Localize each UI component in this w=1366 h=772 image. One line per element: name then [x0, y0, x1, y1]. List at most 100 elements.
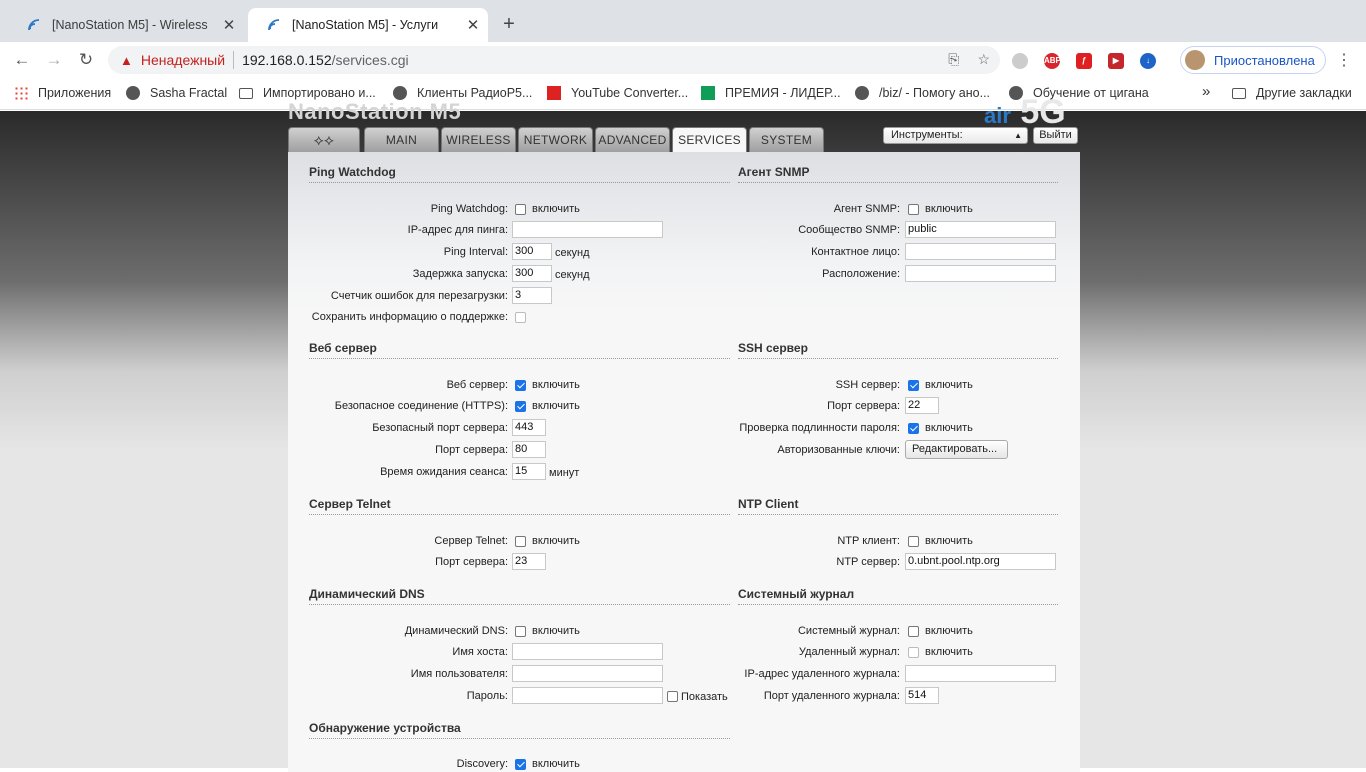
section-web-server: Веб сервер [309, 341, 730, 359]
bookmark-youtube-converter[interactable]: YouTube Converter... [547, 86, 688, 100]
save-support-info-checkbox[interactable] [515, 312, 526, 323]
ping-interval-label: Ping Interval: [443, 246, 508, 258]
syslog-checkbox[interactable] [908, 626, 919, 637]
tab-system[interactable]: SYSTEM [749, 127, 824, 152]
back-icon[interactable]: ← [11, 49, 33, 71]
bookmark-biz[interactable]: /biz/ - Помогу ано... [855, 86, 990, 100]
bookmark-label: Клиенты РадиоР5... [417, 86, 533, 100]
tab-wireless[interactable]: WIRELESS [441, 127, 516, 152]
telnet-label: Сервер Telnet: [434, 535, 508, 547]
telnet-checkbox[interactable] [515, 536, 526, 547]
security-status[interactable]: Ненадежный [141, 52, 225, 68]
ssh-port-input[interactable]: 22 [905, 397, 939, 414]
snmp-location-input[interactable] [905, 265, 1056, 282]
ntp-enable-text: включить [925, 535, 973, 547]
startup-delay-input[interactable]: 300 [512, 265, 552, 282]
remote-log-ip-input[interactable] [905, 665, 1056, 682]
ddns-host-label: Имя хоста: [452, 646, 508, 658]
ddns-password-input[interactable] [512, 687, 663, 704]
warning-icon[interactable]: ▲ [120, 53, 133, 68]
session-timeout-unit: минут [549, 467, 580, 479]
discovery-label: Discovery: [456, 758, 508, 770]
password-auth-enable-text: включить [925, 422, 973, 434]
snmp-community-input[interactable]: public [905, 221, 1056, 238]
remote-log-label: Удаленный журнал: [798, 646, 900, 658]
ntp-label: NTP клиент: [837, 535, 900, 547]
edit-keys-button[interactable]: Редактировать... [905, 440, 1008, 459]
ddns-checkbox[interactable] [515, 626, 526, 637]
star-icon[interactable]: ☆ [977, 51, 990, 68]
ping-interval-unit: секунд [555, 247, 590, 259]
ping-ip-input[interactable] [512, 221, 663, 238]
bookmark-label: YouTube Converter... [571, 86, 689, 100]
more-menu-icon[interactable]: ⋮ [1336, 50, 1352, 70]
snmp-checkbox[interactable] [908, 204, 919, 215]
ssh-checkbox[interactable] [908, 380, 919, 391]
startup-delay-unit: секунд [555, 269, 590, 281]
bookmark-premia[interactable]: ПРЕМИЯ - ЛИДЕР... [701, 86, 841, 100]
remote-log-checkbox[interactable] [908, 647, 919, 658]
close-tab-icon[interactable]: ✕ [214, 16, 244, 34]
video-extension-icon[interactable]: ▶ [1108, 53, 1124, 69]
web-port-label: Порт сервера: [435, 444, 508, 456]
bookmark-clients[interactable]: Клиенты РадиоР5... [393, 86, 532, 100]
show-password-checkbox[interactable] [667, 691, 678, 702]
secure-port-input[interactable]: 443 [512, 419, 546, 436]
ddns-user-input[interactable] [512, 665, 663, 682]
bookmark-apps[interactable]: Приложения [14, 86, 111, 100]
new-tab-button[interactable]: + [498, 14, 520, 36]
adblock-icon[interactable]: ABP [1044, 53, 1061, 69]
logout-button[interactable]: Выйти [1033, 127, 1078, 144]
tab-main[interactable]: MAIN [364, 127, 439, 152]
bookmark-imported[interactable]: Импортировано и... [239, 86, 376, 100]
snmp-contact-input[interactable] [905, 243, 1056, 260]
discovery-checkbox[interactable] [515, 759, 526, 770]
remote-log-enable-text: включить [925, 646, 973, 658]
bookmark-sasha-fractal[interactable]: Sasha Fractal [126, 86, 227, 100]
tab-advanced[interactable]: ADVANCED [595, 127, 670, 152]
ntp-server-input[interactable]: 0.ubnt.pool.ntp.org [905, 553, 1056, 570]
web-port-input[interactable]: 80 [512, 441, 546, 458]
ddns-host-input[interactable] [512, 643, 663, 660]
globe-icon [126, 86, 140, 100]
forward-icon[interactable]: → [43, 49, 65, 71]
ddns-label: Динамический DNS: [404, 625, 508, 637]
other-bookmarks[interactable]: Другие закладки [1232, 86, 1352, 100]
snmp-contact-label: Контактное лицо: [811, 246, 900, 258]
tab-services[interactable]: SERVICES [672, 127, 747, 153]
reload-icon[interactable]: ↻ [75, 49, 97, 71]
tools-select[interactable]: Инструменты: ▲ [883, 127, 1028, 144]
close-tab-icon[interactable]: ✕ [458, 16, 488, 34]
failure-count-input[interactable]: 3 [512, 287, 552, 304]
tab-network[interactable]: NETWORK [518, 127, 593, 152]
web-server-checkbox[interactable] [515, 380, 526, 391]
telnet-port-input[interactable]: 23 [512, 553, 546, 570]
flash-icon[interactable]: ƒ [1076, 53, 1092, 69]
section-ping-watchdog: Ping Watchdog [309, 165, 730, 183]
ubnt-logo-tab[interactable]: ⟡⟡ [288, 127, 360, 152]
browser-tab-services[interactable]: [NanoStation M5] - Услуги ✕ [248, 8, 488, 42]
ssh-label: SSH сервер: [835, 379, 900, 391]
ping-interval-input[interactable]: 300 [512, 243, 552, 260]
session-timeout-input[interactable]: 15 [512, 463, 546, 480]
browser-tab-wireless[interactable]: [NanoStation M5] - Wireless ✕ [8, 8, 244, 42]
folder-icon [239, 87, 253, 99]
remote-log-port-input[interactable]: 514 [905, 687, 939, 704]
bookmark-label: Другие закладки [1256, 86, 1352, 100]
https-checkbox[interactable] [515, 401, 526, 412]
extension-icon[interactable] [1012, 53, 1028, 69]
ddns-password-label: Пароль: [466, 690, 508, 702]
https-enable-text: включить [532, 400, 580, 412]
address-bar[interactable]: ▲ Ненадежный 192.168.0.152/services.cgi … [108, 46, 1000, 74]
download-extension-icon[interactable]: ↓ [1140, 53, 1156, 69]
password-auth-checkbox[interactable] [908, 423, 919, 434]
ping-ip-label: IP-адрес для пинга: [407, 224, 508, 236]
ping-watchdog-checkbox[interactable] [515, 204, 526, 215]
bookmarks-overflow-icon[interactable]: » [1202, 83, 1210, 100]
translate-icon[interactable]: ⎘ [948, 51, 959, 68]
profile-button[interactable]: Приостановлена [1180, 46, 1326, 74]
section-ntp: NTP Client [738, 497, 1058, 515]
ssh-port-label: Порт сервера: [827, 400, 900, 412]
bookmark-label: Sasha Fractal [150, 86, 228, 100]
ntp-checkbox[interactable] [908, 536, 919, 547]
